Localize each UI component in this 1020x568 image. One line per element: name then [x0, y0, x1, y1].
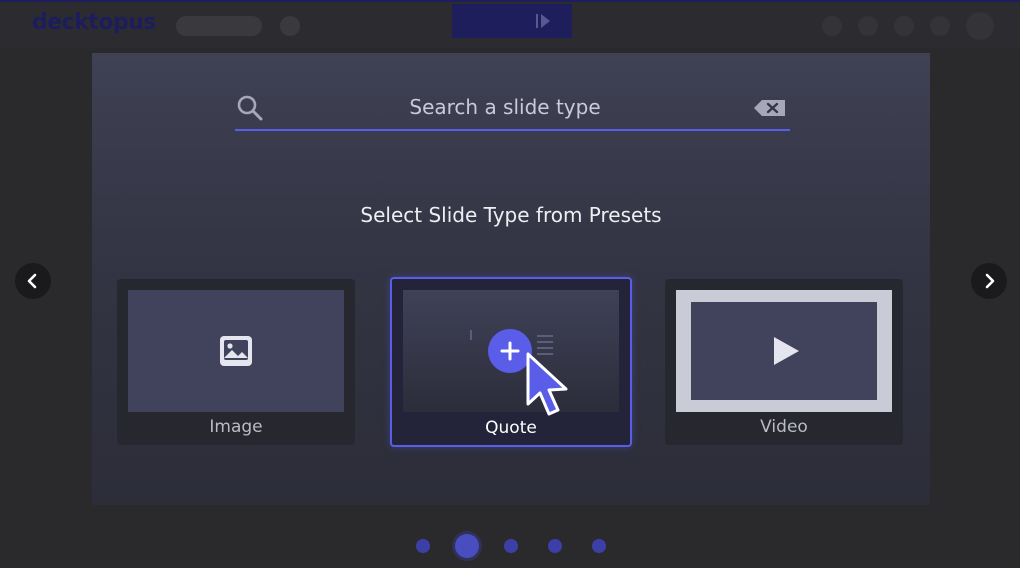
user-avatar[interactable] [966, 12, 994, 40]
pagination-dot[interactable] [592, 539, 606, 553]
clear-search-icon[interactable] [753, 98, 787, 118]
previous-arrow-button[interactable] [15, 263, 51, 299]
search-bar [235, 83, 790, 131]
toolbar-button-3[interactable] [894, 16, 914, 36]
toolbar-button-2[interactable] [858, 16, 878, 36]
search-input[interactable] [275, 91, 735, 123]
preset-card-quote[interactable]: Quote [390, 277, 632, 447]
preset-label: Video [760, 417, 808, 437]
present-bar-glyph [536, 14, 538, 28]
preset-thumbnail [128, 290, 344, 412]
top-bar: decktopus [0, 0, 1020, 48]
pagination-dot[interactable] [504, 539, 518, 553]
preset-card-video[interactable]: Video [665, 279, 903, 445]
play-icon [774, 337, 799, 365]
deck-menu-button[interactable] [280, 16, 300, 36]
app-logo[interactable]: decktopus [32, 10, 156, 35]
play-icon [541, 14, 550, 28]
video-frame [691, 302, 877, 400]
chevron-left-icon [27, 273, 37, 289]
preset-label: Quote [485, 418, 537, 438]
next-arrow-button[interactable] [971, 263, 1007, 299]
preset-thumbnail [676, 290, 892, 412]
slide-type-picker-modal: Select Slide Type from Presets Image [92, 53, 930, 505]
toolbar-button-4[interactable] [930, 16, 950, 36]
preset-card-image[interactable]: Image [117, 279, 355, 445]
pagination-dot[interactable] [416, 539, 430, 553]
picker-heading: Select Slide Type from Presets [360, 203, 662, 227]
preset-thumbnail [403, 290, 619, 416]
search-icon [237, 95, 263, 121]
chevron-right-icon [985, 273, 995, 289]
toolbar-button-1[interactable] [822, 16, 842, 36]
mouse-cursor-icon [526, 352, 568, 416]
present-button[interactable] [452, 4, 572, 38]
deck-title-placeholder[interactable] [176, 16, 262, 36]
preset-label: Image [209, 417, 263, 437]
pagination-dot[interactable] [548, 539, 562, 553]
pagination-dot-active[interactable] [455, 534, 479, 558]
image-icon [220, 336, 252, 366]
